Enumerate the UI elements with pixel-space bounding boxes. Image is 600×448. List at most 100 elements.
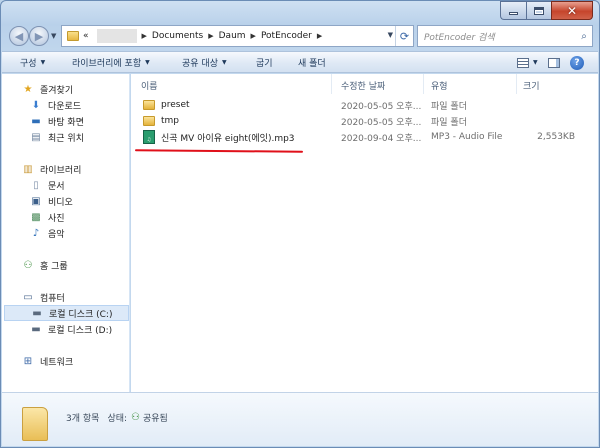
state-label: 상태: [107,414,128,424]
maximize-icon [534,6,544,15]
redacted-crumb [96,29,137,43]
address-history-dropdown-icon[interactable]: ▼ [388,31,393,39]
burn-button[interactable]: 굽기 [256,52,273,73]
nav-pictures[interactable]: ▩ 사진 [30,209,129,225]
nav-favorites[interactable]: ★ 즐겨찾기 [22,81,129,97]
maximize-button[interactable] [526,1,551,20]
column-header-modified[interactable]: 수정한 날짜 [341,78,385,92]
chevron-down-icon: ▼ [533,59,538,66]
nav-libraries[interactable]: ▥ 라이브러리 [22,161,129,177]
nav-label: 로컬 디스크 (C:) [49,309,113,320]
burn-label: 굽기 [256,59,273,69]
table-row[interactable]: preset 2020-05-05 오후... 파일 폴더 [131,97,598,113]
caption-buttons: ✕ [500,1,593,20]
drive-icon: ▬ [31,323,41,335]
change-view-button[interactable]: ▼ [517,54,538,71]
file-list: 이름 수정한 날짜 유형 크기 preset 2020-05-05 오후... … [131,74,598,392]
search-input[interactable]: PotEncoder 검색 [424,30,576,43]
share-with-button[interactable]: 공유 대상 ▼ [182,52,227,73]
forward-button[interactable]: ▶ [29,26,49,46]
nav-desktop[interactable]: ▬ 바탕 화면 [30,113,129,129]
item-count: 3개 항목 [66,414,100,424]
file-size [523,97,575,113]
nav-music[interactable]: ♪ 음악 [30,225,129,241]
back-button[interactable]: ◀ [9,26,29,46]
recent-pages-dropdown-icon[interactable]: ▼ [51,32,56,40]
recent-places-icon: ▤ [31,131,41,143]
nav-local-disk-c[interactable]: ▬ 로컬 디스크 (C:) [4,305,129,321]
nav-label: 라이브러리 [40,165,82,176]
nav-homegroup[interactable]: ⚇ 홈 그룹 [22,257,129,273]
close-button[interactable]: ✕ [551,1,593,20]
close-icon: ✕ [566,3,578,18]
folder-icon [143,100,155,110]
table-row[interactable]: ♫ 신곡 MV 아이유 eight(에잇).mp3 2020-09-04 오후.… [131,129,598,145]
nav-label: 네트워크 [40,357,74,368]
chevron-right-icon[interactable]: ▶ [207,32,214,40]
libraries-icon: ▥ [23,163,33,175]
nav-local-disk-d[interactable]: ▬ 로컬 디스크 (D:) [30,321,129,337]
nav-downloads[interactable]: ⬇ 다운로드 [30,97,129,113]
mp3-file-icon: ♫ [143,130,155,144]
include-in-library-button[interactable]: 라이브러리에 포함 ▼ [72,52,150,73]
downloads-icon: ⬇ [31,99,41,111]
minimize-button[interactable] [500,1,526,20]
computer-icon: ▭ [23,291,33,303]
nav-label: 바탕 화면 [48,117,84,128]
star-icon: ★ [23,83,33,95]
nav-computer[interactable]: ▭ 컴퓨터 [22,289,129,305]
search-box[interactable]: PotEncoder 검색 ⌕ [417,25,593,47]
column-header-size[interactable]: 크기 [523,78,540,92]
homegroup-icon: ⚇ [131,412,140,423]
file-type: 파일 폴더 [431,117,467,128]
nav-documents[interactable]: ▯ 문서 [30,177,129,193]
address-bar[interactable]: « ▶ Documents ▶ Daum ▶ PotEncoder ▶ ▼ ⟳ [61,25,414,47]
column-divider[interactable] [516,74,517,94]
help-icon: ? [570,55,584,70]
new-folder-button[interactable]: 새 폴더 [298,52,326,73]
breadcrumb-documents[interactable]: Documents [148,31,207,41]
nav-label: 비디오 [48,197,73,208]
nav-videos[interactable]: ▣ 비디오 [30,193,129,209]
folder-icon [143,116,155,126]
organize-label: 구성 [20,59,37,69]
desktop-icon: ▬ [31,115,41,127]
forward-arrow-icon: ▶ [34,29,44,43]
preview-pane-button[interactable] [548,54,560,71]
command-bar: 구성 ▼ 라이브러리에 포함 ▼ 공유 대상 ▼ 굽기 새 폴더 ▼ ? [2,51,598,73]
column-header-type[interactable]: 유형 [431,78,448,92]
chevron-right-icon[interactable]: ▶ [141,32,148,40]
nav-label: 사진 [48,213,65,224]
help-button[interactable]: ? [570,54,584,71]
share-with-label: 공유 대상 [182,59,218,69]
minimize-icon [509,12,518,15]
breadcrumb-daum[interactable]: Daum [215,31,250,41]
file-type: 파일 폴더 [431,101,467,112]
new-folder-label: 새 폴더 [298,59,326,69]
include-in-library-label: 라이브러리에 포함 [72,59,142,69]
folder-icon [22,407,48,441]
file-name: 신곡 MV 아이유 eight(에잇).mp3 [161,133,295,144]
table-row[interactable]: tmp 2020-05-05 오후... 파일 폴더 [131,113,598,129]
nav-label: 다운로드 [48,101,82,112]
column-header-name[interactable]: 이름 [141,78,158,92]
documents-icon: ▯ [33,179,39,191]
breadcrumb-potencoder[interactable]: PotEncoder [257,31,316,41]
drive-icon: ▬ [32,307,42,319]
chevron-right-icon[interactable]: ▶ [250,32,257,40]
nav-recent[interactable]: ▤ 최근 위치 [30,129,129,145]
organize-button[interactable]: 구성 ▼ [20,52,45,73]
column-divider[interactable] [423,74,424,94]
column-divider[interactable] [331,74,332,94]
breadcrumb-overflow[interactable]: « [79,31,93,41]
state-value: 공유됨 [143,414,168,424]
refresh-button[interactable]: ⟳ [395,26,413,46]
chevron-down-icon: ▼ [221,59,227,66]
refresh-icon: ⟳ [399,29,410,43]
videos-icon: ▣ [31,195,41,207]
nav-network[interactable]: ⊞ 네트워크 [22,353,129,369]
chevron-right-icon[interactable]: ▶ [316,32,323,40]
file-name: tmp [161,116,180,126]
search-icon[interactable]: ⌕ [576,31,592,42]
nav-label: 최근 위치 [48,133,84,144]
